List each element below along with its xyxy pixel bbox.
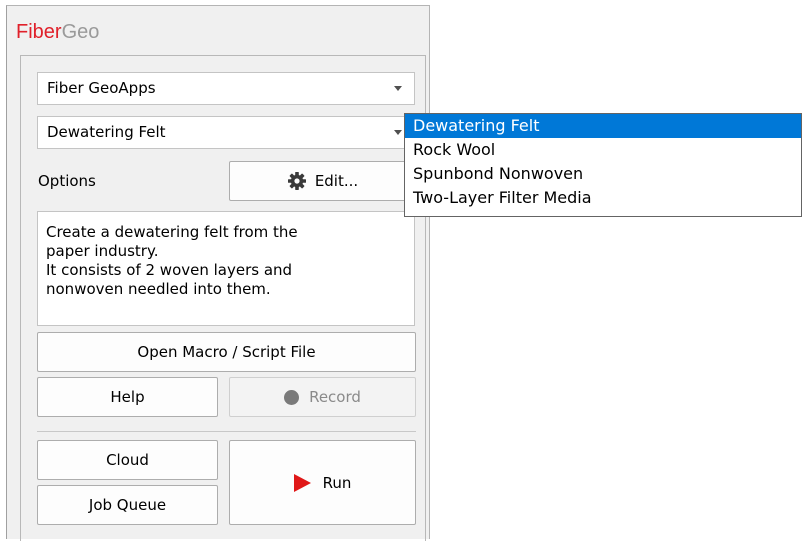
divider	[37, 431, 416, 432]
type-dropdown-list: Dewatering Felt Rock Wool Spunbond Nonwo…	[404, 113, 802, 217]
type-combobox-value: Dewatering Felt	[47, 123, 166, 141]
gear-icon	[287, 171, 307, 191]
record-label: Record	[309, 388, 361, 406]
cloud-label: Cloud	[106, 451, 149, 469]
open-macro-button[interactable]: Open Macro / Script File	[37, 332, 416, 372]
cloud-button[interactable]: Cloud	[37, 440, 218, 480]
dropdown-item-two-layer-filter-media[interactable]: Two-Layer Filter Media	[405, 186, 801, 210]
apps-combobox-value: Fiber GeoApps	[47, 79, 156, 97]
app-title-fiber: Fiber	[16, 21, 62, 43]
job-queue-label: Job Queue	[88, 496, 167, 514]
help-button[interactable]: Help	[37, 377, 218, 417]
description-line: Create a dewatering felt from the	[46, 223, 298, 241]
options-label: Options	[38, 172, 96, 190]
record-dot-icon	[284, 389, 300, 405]
help-label: Help	[110, 388, 145, 406]
app-title: FiberGeo	[16, 20, 99, 44]
description-line: nonwoven needled into them.	[46, 280, 271, 298]
dropdown-item-spunbond-nonwoven[interactable]: Spunbond Nonwoven	[405, 162, 801, 186]
play-icon	[293, 473, 311, 492]
description-box: Create a dewatering felt from the paper …	[37, 211, 415, 326]
fibergeo-panel: FiberGeo Fiber GeoApps Dewatering Felt O…	[6, 5, 430, 541]
chevron-down-icon	[394, 130, 402, 135]
dropdown-item-rock-wool[interactable]: Rock Wool	[405, 138, 801, 162]
app-title-geo: Geo	[61, 21, 100, 43]
edit-options-button[interactable]: Edit...	[229, 161, 416, 201]
open-macro-label: Open Macro / Script File	[137, 343, 316, 361]
record-button[interactable]: Record	[229, 377, 416, 417]
description-line: It consists of 2 woven layers and	[46, 261, 293, 279]
type-combobox[interactable]: Dewatering Felt	[37, 116, 415, 149]
edit-button-label: Edit...	[314, 172, 359, 190]
job-queue-button[interactable]: Job Queue	[37, 485, 218, 525]
chevron-down-icon	[394, 86, 402, 91]
dropdown-item-dewatering-felt[interactable]: Dewatering Felt	[405, 114, 801, 138]
run-label: Run	[322, 473, 352, 492]
run-button[interactable]: Run	[229, 440, 416, 525]
apps-combobox[interactable]: Fiber GeoApps	[37, 72, 415, 105]
description-line: paper industry.	[46, 242, 159, 260]
